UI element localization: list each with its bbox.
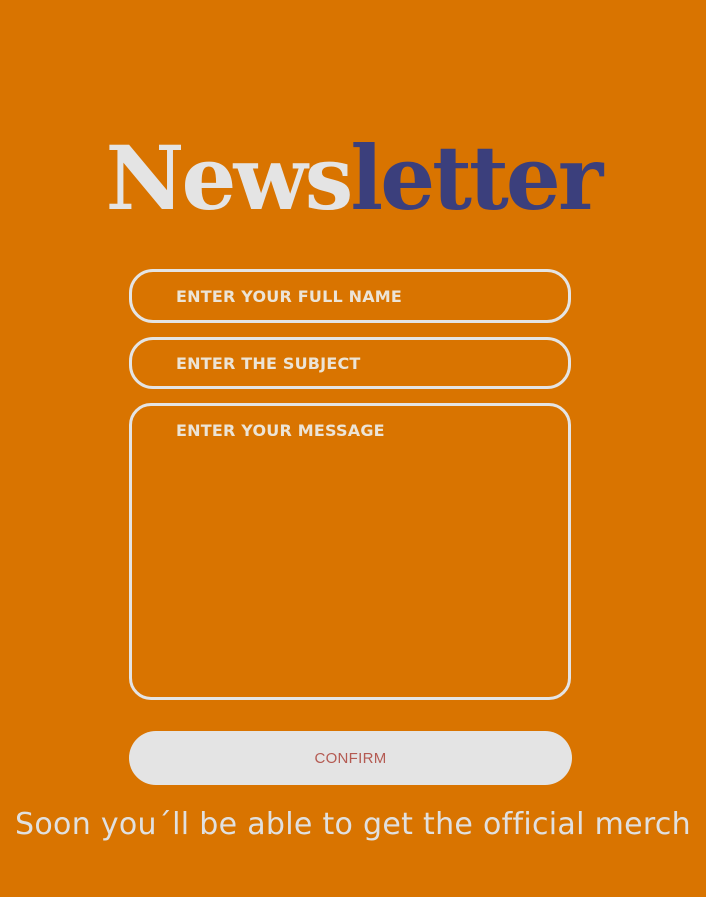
title-part-letter: letter	[350, 126, 603, 230]
message-textarea[interactable]: ENTER YOUR MESSAGE	[129, 403, 571, 700]
subject-placeholder: ENTER THE SUBJECT	[176, 354, 361, 373]
page-title: Newsletter	[7, 128, 699, 228]
newsletter-page: Newsletter ENTER YOUR FULL NAME ENTER TH…	[0, 0, 706, 897]
full-name-input[interactable]: ENTER YOUR FULL NAME	[129, 269, 571, 323]
message-placeholder: ENTER YOUR MESSAGE	[176, 421, 385, 440]
confirm-button[interactable]: CONFIRM	[129, 731, 572, 785]
subject-input[interactable]: ENTER THE SUBJECT	[129, 337, 571, 389]
footer-message: Soon you´ll be able to get the official …	[15, 807, 691, 842]
title-part-news: News	[105, 126, 354, 230]
full-name-placeholder: ENTER YOUR FULL NAME	[176, 287, 403, 306]
confirm-button-label: CONFIRM	[314, 749, 387, 767]
